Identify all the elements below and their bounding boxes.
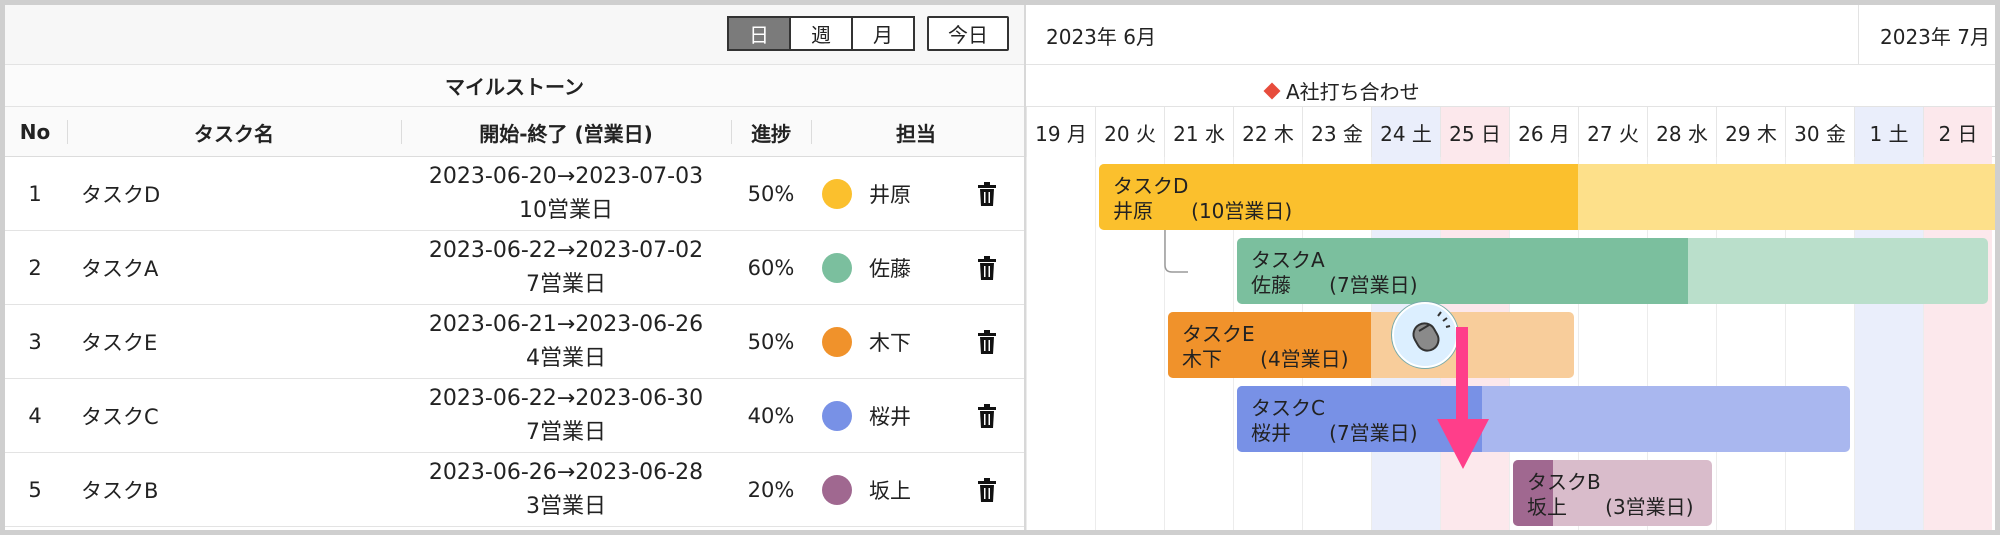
task-progress: 60% xyxy=(747,256,795,280)
view-week-button[interactable]: 週 xyxy=(789,16,853,51)
task-assignee: 桜井 xyxy=(869,405,911,429)
column-header-name[interactable]: タスク名 xyxy=(67,107,401,157)
delete-task-icon[interactable] xyxy=(978,330,996,354)
column-header-no[interactable]: No xyxy=(5,107,65,157)
table-row[interactable]: 4 タスクC 2023-06-22→2023-06-30 7営業日 40% 桜井 xyxy=(5,379,1024,453)
assignee-avatar xyxy=(822,327,852,357)
delete-task-icon[interactable] xyxy=(978,182,996,206)
assignee-avatar xyxy=(822,475,852,505)
today-button[interactable]: 今日 xyxy=(927,16,1009,51)
task-no: 1 xyxy=(28,182,42,206)
assignee-avatar xyxy=(822,253,852,283)
task-range: 2023-06-20→2023-07-03 10営業日 xyxy=(401,157,731,231)
bar-assignee: 佐藤 (7営業日) xyxy=(1251,273,1418,297)
task-name[interactable]: タスクD xyxy=(81,157,381,231)
bar-assignee: 木下 (4営業日) xyxy=(1182,347,1349,371)
task-no: 3 xyxy=(28,330,42,354)
task-assignee: 木下 xyxy=(869,331,911,355)
table-row[interactable]: 1 タスクD 2023-06-20→2023-07-03 10営業日 50% 井原 xyxy=(5,157,1024,231)
bar-assignee: 井原 (10営業日) xyxy=(1113,199,1293,223)
task-business-days: 7営業日 xyxy=(526,420,606,445)
task-range: 2023-06-22→2023-06-30 7営業日 xyxy=(401,379,731,453)
gantt-bar[interactable]: タスクB 坂上 (3営業日) xyxy=(1513,460,1712,526)
column-header-range[interactable]: 開始-終了 (営業日) xyxy=(401,107,731,157)
gantt-app: 日 週 月 今日 マイルストーン No タスク名 開始-終了 (営業日) 進捗 … xyxy=(5,5,1995,530)
table-row[interactable]: 2 タスクA 2023-06-22→2023-07-02 7営業日 60% 佐藤 xyxy=(5,231,1024,305)
gantt-bar[interactable]: タスクE 木下 (4営業日) xyxy=(1168,312,1574,378)
task-date-range: 2023-06-21→2023-06-26 xyxy=(428,312,704,337)
task-progress: 50% xyxy=(747,330,795,354)
task-assignee: 井原 xyxy=(869,183,911,207)
task-business-days: 10営業日 xyxy=(519,198,613,223)
task-range: 2023-06-21→2023-06-26 4営業日 xyxy=(401,305,731,379)
task-date-range: 2023-06-22→2023-07-02 xyxy=(428,238,704,263)
column-header-assignee[interactable]: 担当 xyxy=(811,107,1021,157)
task-date-range: 2023-06-20→2023-07-03 xyxy=(428,164,704,189)
task-business-days: 4営業日 xyxy=(526,346,606,371)
task-range: 2023-06-22→2023-07-02 7営業日 xyxy=(401,231,731,305)
gantt-bar[interactable]: タスクD 井原 (10営業日) xyxy=(1099,164,1995,230)
assignee-avatar xyxy=(822,401,852,431)
delete-task-icon[interactable] xyxy=(978,478,996,502)
task-progress: 40% xyxy=(747,404,795,428)
milestone-header: マイルストーン xyxy=(5,65,1024,107)
gantt-bar[interactable]: タスクC 桜井 (7営業日) xyxy=(1237,386,1850,452)
drag-down-arrow-icon xyxy=(1437,327,1489,469)
table-row[interactable]: 5 タスクB 2023-06-26→2023-06-28 3営業日 20% 坂上 xyxy=(5,453,1024,527)
bar-assignee: 桜井 (7営業日) xyxy=(1251,421,1418,445)
delete-task-icon[interactable] xyxy=(978,404,996,428)
task-no: 4 xyxy=(28,404,42,428)
task-business-days: 3営業日 xyxy=(526,494,606,519)
task-date-range: 2023-06-26→2023-06-28 xyxy=(428,460,704,485)
bar-assignee: 坂上 (3営業日) xyxy=(1527,495,1694,519)
column-header-progress[interactable]: 進捗 xyxy=(731,107,811,157)
task-progress: 20% xyxy=(747,478,795,502)
toolbar: 日 週 月 今日 xyxy=(5,5,1024,65)
view-month-button[interactable]: 月 xyxy=(851,16,915,51)
table-header: No タスク名 開始-終了 (営業日) 進捗 担当 xyxy=(5,107,1024,157)
task-name[interactable]: タスクA xyxy=(81,231,381,305)
task-name[interactable]: タスクE xyxy=(81,305,381,379)
task-range: 2023-06-26→2023-06-28 3営業日 xyxy=(401,453,731,527)
task-name[interactable]: タスクB xyxy=(81,453,381,527)
task-date-range: 2023-06-22→2023-06-30 xyxy=(428,386,704,411)
task-assignee: 坂上 xyxy=(869,479,911,503)
task-progress: 50% xyxy=(747,182,795,206)
task-business-days: 7営業日 xyxy=(526,272,606,297)
task-assignee: 佐藤 xyxy=(869,257,911,281)
task-no: 5 xyxy=(28,478,42,502)
table-row[interactable]: 3 タスクE 2023-06-21→2023-06-26 4営業日 50% 木下 xyxy=(5,305,1024,379)
view-day-button[interactable]: 日 xyxy=(727,16,791,51)
gantt-chart: 2023年 6月 2023年 7月 A社打ち合わせ 19 月 20 火 21 水 22… xyxy=(1026,5,1995,530)
assignee-avatar xyxy=(822,179,852,209)
gantt-bar[interactable]: タスクA 佐藤 (7営業日) xyxy=(1237,238,1988,304)
task-no: 2 xyxy=(28,256,42,280)
task-name[interactable]: タスクC xyxy=(81,379,381,453)
delete-task-icon[interactable] xyxy=(978,256,996,280)
